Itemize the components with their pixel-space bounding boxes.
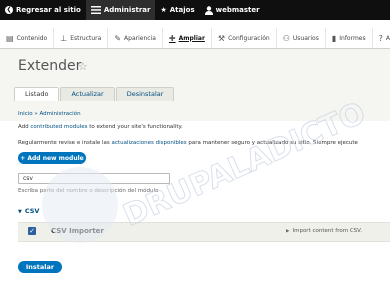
paintbrush-icon: ✎ — [114, 33, 122, 43]
tray-item-label: Apariencia — [124, 34, 156, 42]
manage-menu-button[interactable]: Administrar — [85, 0, 156, 20]
module-enable-checkbox[interactable]: ✓ — [28, 227, 36, 235]
add-shortcut-star-icon[interactable]: ☆ — [78, 60, 88, 73]
tab-list[interactable]: Listado — [14, 87, 60, 101]
filter-description: Escriba parte del nombre o descripción d… — [18, 188, 159, 194]
caret-right-icon: ▶ — [286, 229, 290, 234]
star-icon: ★ — [160, 6, 167, 14]
caret-down-icon: ▼ — [18, 209, 22, 215]
back-to-site-link[interactable]: ❮ Regresar al sitio — [0, 0, 86, 20]
tray-item-label: Contenido — [16, 34, 48, 42]
tray-item-label: Usuarios — [292, 34, 319, 42]
tray-item-configuration[interactable]: ⚒ Configuración — [212, 28, 277, 48]
tray-item-label: Configuración — [228, 34, 270, 42]
package-group-toggle[interactable]: ▼ CSV — [18, 207, 39, 215]
available-updates-link[interactable]: actualizaciones disponibles — [112, 140, 187, 146]
admin-toolbar: ❮ Regresar al sitio Administrar ★ Atajos… — [0, 0, 390, 20]
breadcrumb-admin-link[interactable]: Administración — [39, 111, 80, 117]
tray-item-help[interactable]: ? A — [373, 28, 390, 48]
admin-tray: ▤ Contenido ⊥ Estructura ✎ Apariencia ✚ … — [0, 28, 390, 49]
tray-item-label: Estructura — [70, 34, 102, 42]
primary-tabs: Listado Actualizar Desinstalar — [14, 87, 175, 101]
tray-item-label: A — [385, 34, 390, 42]
module-name: CSV Importer — [51, 227, 104, 235]
tray-item-appearance[interactable]: ✎ Apariencia — [108, 28, 163, 48]
user-menu-button[interactable]: webmaster — [200, 0, 265, 20]
wrench-icon: ⚒ — [217, 33, 226, 43]
breadcrumb: Inicio » Administración — [18, 111, 81, 117]
tray-item-label: Informes — [339, 34, 366, 42]
user-icon — [204, 5, 213, 15]
breadcrumb-separator: » — [34, 111, 38, 117]
module-row: ✓ CSV Importer ▶ Import content from CSV. — [18, 222, 390, 242]
tab-update[interactable]: Actualizar — [60, 87, 115, 101]
page-title: Extender — [18, 58, 82, 74]
tray-item-structure[interactable]: ⊥ Estructura — [54, 28, 109, 48]
package-group-label: CSV — [24, 207, 40, 215]
updates-notice: Regularmente revise e instale las actual… — [18, 140, 358, 146]
file-icon: ▤ — [6, 33, 14, 43]
user-name-label: webmaster — [215, 6, 260, 14]
add-new-module-button[interactable]: + Add new module — [18, 152, 86, 164]
tray-item-reports[interactable]: ▮ Informes — [326, 28, 373, 48]
puzzle-icon: ✚ — [168, 33, 176, 43]
help-text-before: Add — [18, 124, 31, 130]
people-icon: ⚇ — [282, 33, 290, 43]
tray-item-people[interactable]: ⚇ Usuarios — [277, 28, 326, 48]
help-icon: ? — [378, 33, 383, 43]
module-description-toggle[interactable]: ▶ Import content from CSV. — [286, 228, 362, 234]
tray-item-extend[interactable]: ✚ Ampliar — [163, 28, 212, 48]
contributed-modules-link[interactable]: contributed modules — [30, 124, 87, 130]
breadcrumb-home-link[interactable]: Inicio — [18, 111, 33, 117]
sitemap-icon: ⊥ — [60, 33, 68, 43]
tab-uninstall[interactable]: Desinstalar — [115, 87, 175, 101]
back-to-site-label: Regresar al sitio — [16, 6, 81, 14]
module-description: Import content from CSV. — [292, 228, 362, 234]
tray-item-content[interactable]: ▤ Contenido — [0, 28, 55, 48]
shortcuts-button[interactable]: ★ Atajos — [155, 0, 199, 20]
tray-item-label: Ampliar — [178, 34, 205, 42]
bar-chart-icon: ▮ — [331, 33, 337, 43]
manage-menu-label: Administrar — [103, 6, 151, 14]
help-text-after: to extend your site's functionality. — [87, 124, 183, 130]
shortcuts-label: Atajos — [169, 6, 195, 14]
notice-after: para mantener seguro y actualizado su si… — [186, 140, 358, 146]
help-text: Add contributed modules to extend your s… — [18, 124, 183, 130]
hamburger-menu-icon — [90, 6, 101, 14]
install-button[interactable]: Instalar — [18, 261, 62, 273]
back-arrow-icon: ❮ — [5, 6, 13, 14]
module-filter-input[interactable] — [18, 173, 170, 184]
notice-before: Regularmente revise e instale las — [18, 140, 112, 146]
